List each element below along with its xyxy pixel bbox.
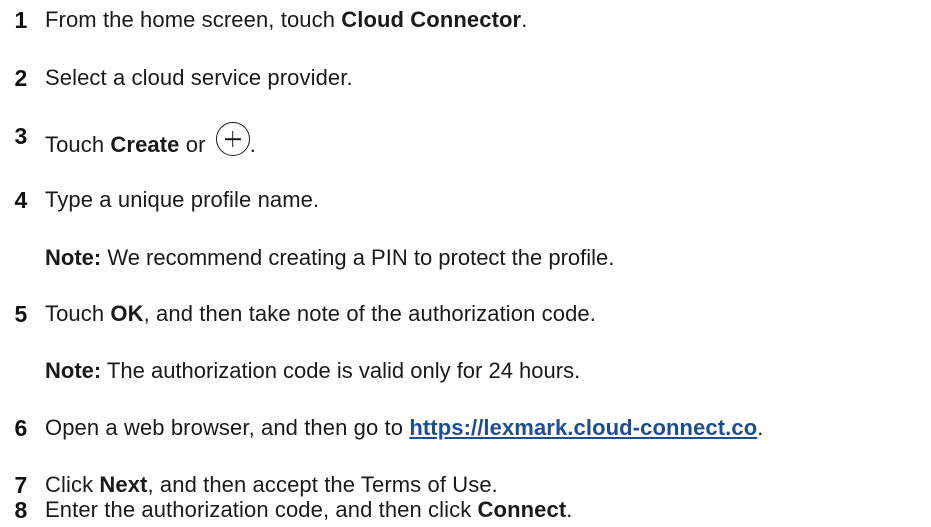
step-text-pre: Touch — [45, 301, 111, 326]
step-bold-term: Connect — [477, 497, 567, 522]
step-text-post: . — [757, 415, 764, 440]
step-text-post: . — [566, 497, 573, 522]
step-text-pre: Open a web browser, and then go to — [45, 415, 410, 440]
step-text: Click Next, and then accept the Terms of… — [45, 471, 498, 499]
step-number: 8 — [14, 497, 28, 523]
cloud-connect-link[interactable]: https://lexmark.cloud-connect.co — [409, 415, 757, 440]
step-text-post: , and then accept the Terms of Use. — [147, 472, 498, 497]
step-bold-term: Cloud Connector — [341, 7, 522, 32]
step-text: Enter the authorization code, and then c… — [45, 496, 572, 524]
step-number: 2 — [14, 65, 28, 91]
step-text-post: . — [249, 132, 256, 157]
step-bold-term: Next — [99, 472, 148, 497]
note-label: Note: — [45, 358, 102, 383]
step-text: Select a cloud service provider. — [45, 65, 353, 90]
note-profile-pin: Note: We recommend creating a PIN to pro… — [45, 244, 614, 272]
plus-circle-icon — [215, 122, 250, 156]
step-bold-term: OK — [110, 301, 144, 326]
note-authorization-validity: Note: The authorization code is valid on… — [45, 357, 580, 385]
step-text: Touch OK, and then take note of the auth… — [45, 300, 596, 328]
step-text-post: , and then take note of the authorizatio… — [143, 301, 596, 326]
step-text-post: . — [521, 7, 528, 32]
instruction-document: 1 From the home screen, touch Cloud Conn… — [0, 0, 931, 527]
step-number: 4 — [14, 187, 28, 213]
step-number: 3 — [14, 123, 28, 149]
step-text: Open a web browser, and then go to https… — [45, 414, 763, 442]
step-text: Touch Create or . — [45, 122, 256, 159]
step-text: Type a unique profile name. — [45, 187, 320, 212]
step-text-pre: Enter the authorization code, and then c… — [45, 497, 478, 522]
step-number: 1 — [14, 7, 28, 33]
step-text-mid: or — [179, 132, 212, 157]
step-number: 5 — [14, 301, 28, 327]
note-text: We recommend creating a PIN to protect t… — [101, 245, 615, 270]
step-text-pre: Touch — [45, 132, 111, 157]
step-bold-term: Create — [110, 132, 180, 157]
step-text-pre: From the home screen, touch — [45, 7, 342, 32]
note-text: The authorization code is valid only for… — [101, 358, 581, 383]
step-text: From the home screen, touch Cloud Connec… — [45, 6, 527, 34]
note-label: Note: — [45, 245, 102, 270]
step-number: 6 — [14, 415, 28, 441]
step-text-pre: Click — [45, 472, 100, 497]
step-number: 7 — [14, 472, 28, 498]
